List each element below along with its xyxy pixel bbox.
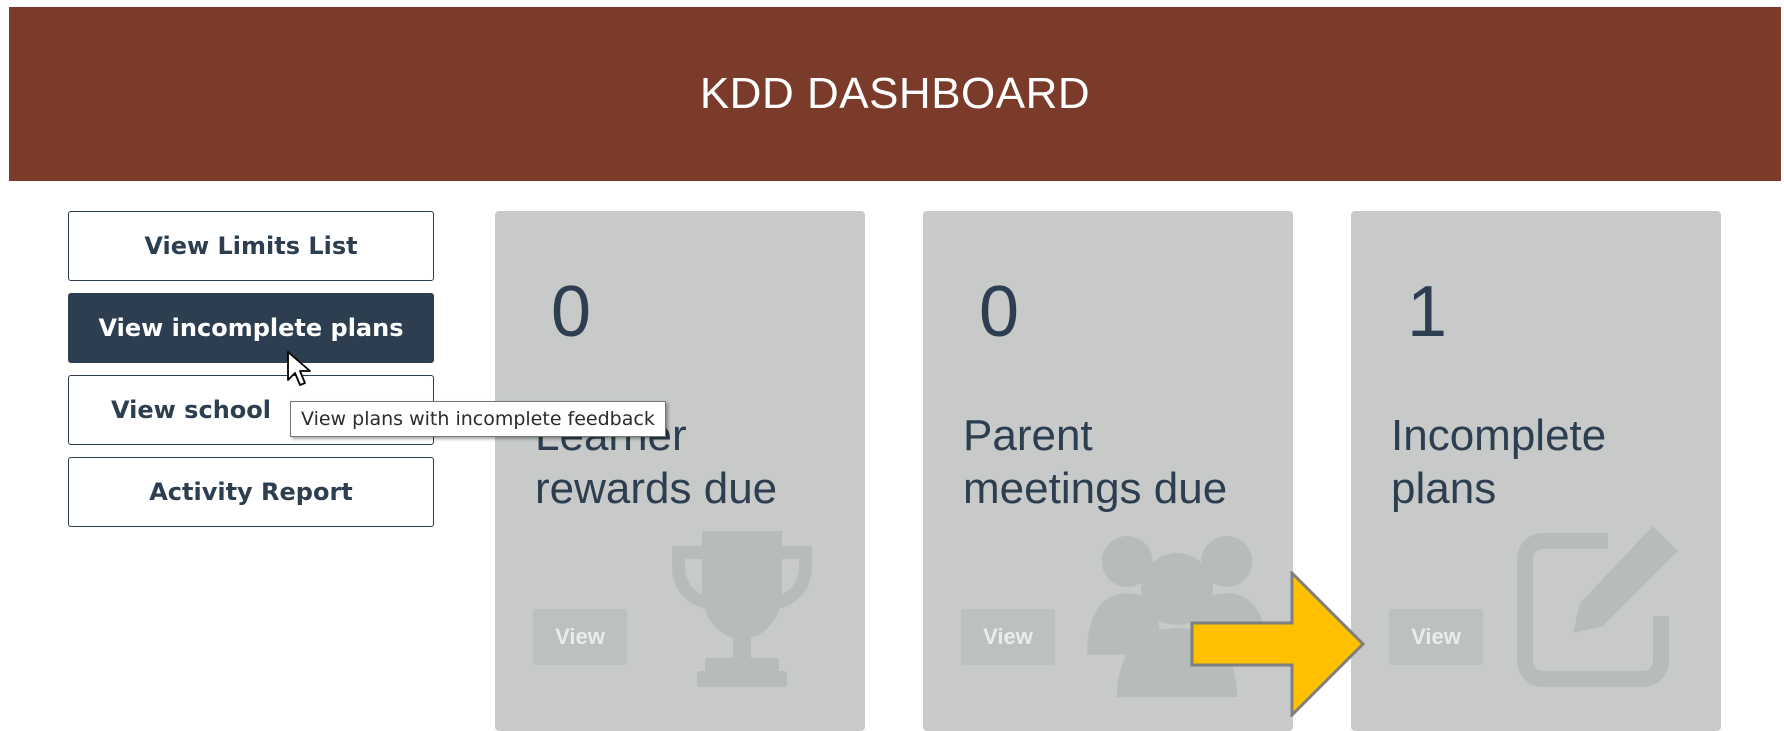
incomplete-plans-view-button[interactable]: View xyxy=(1389,609,1483,665)
page-title: KDD DASHBOARD xyxy=(699,69,1091,118)
dashboard-header: KDD DASHBOARD xyxy=(9,7,1781,181)
parent-meetings-view-button[interactable]: View xyxy=(961,609,1055,665)
incomplete-plans-label: Incomplete plans xyxy=(1391,411,1607,513)
learner-rewards-view-button[interactable]: View xyxy=(533,609,627,665)
view-limits-list-button[interactable]: View Limits List xyxy=(68,211,434,281)
trophy-icon xyxy=(672,531,812,687)
annotation-arrow-icon xyxy=(1190,571,1365,717)
mouse-cursor-icon xyxy=(287,351,311,386)
incomplete-plans-count: 1 xyxy=(1407,272,1448,352)
activity-report-button[interactable]: Activity Report xyxy=(68,457,434,527)
learner-rewards-count: 0 xyxy=(551,272,592,352)
parent-meetings-count: 0 xyxy=(979,272,1020,352)
learner-rewards-card: 0 Learner rewards due View xyxy=(495,211,865,731)
edit-icon xyxy=(1517,526,1678,687)
parent-meetings-label: Parent meetings due xyxy=(963,411,1228,513)
view-incomplete-plans-button[interactable]: View incomplete plans xyxy=(68,293,434,363)
tooltip: View plans with incomplete feedback xyxy=(290,401,666,437)
incomplete-plans-card: 1 Incomplete plans View xyxy=(1351,211,1721,731)
